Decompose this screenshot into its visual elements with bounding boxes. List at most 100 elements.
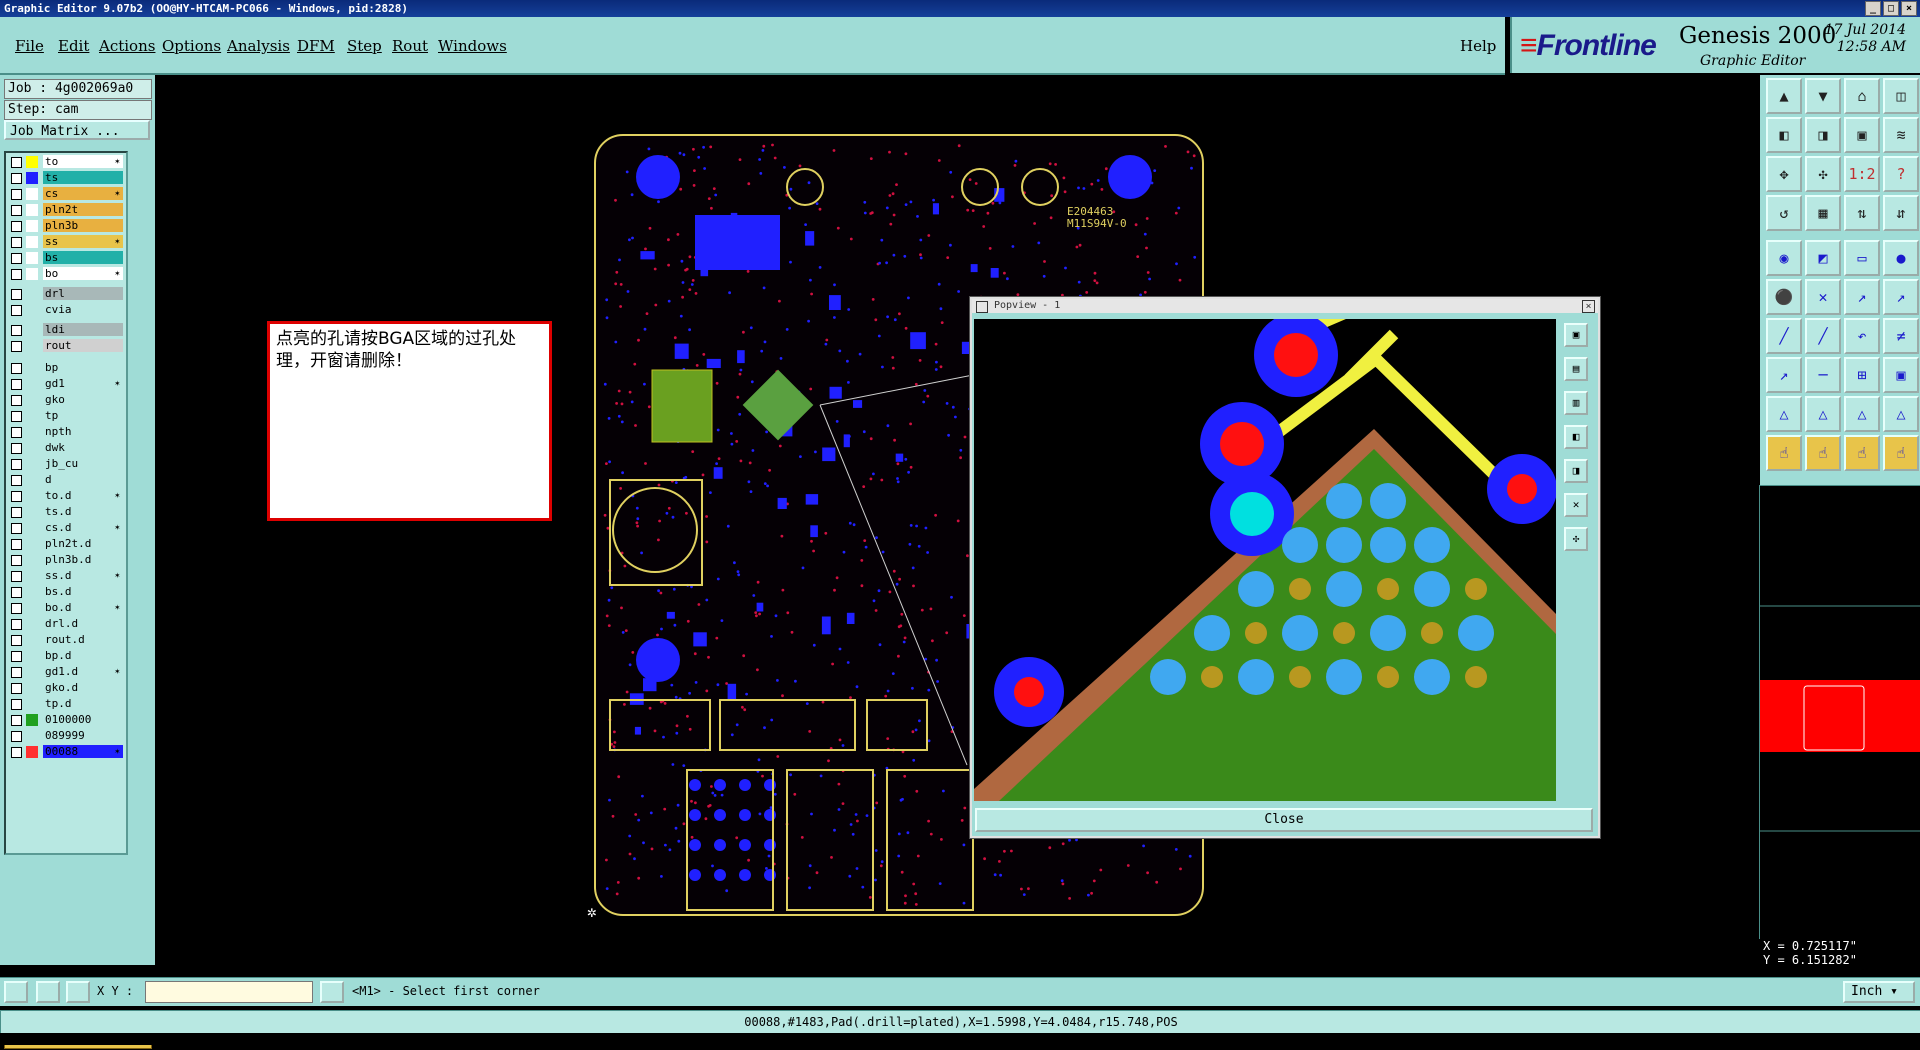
popview-canvas[interactable] bbox=[974, 319, 1556, 801]
layer-checkbox[interactable] bbox=[11, 173, 22, 184]
layer-checkbox[interactable] bbox=[11, 683, 22, 694]
tool-button-16[interactable]: ⇵ bbox=[1883, 195, 1919, 231]
job-matrix-button[interactable]: Job Matrix ... bbox=[4, 120, 150, 140]
tool-button-34[interactable]: △ bbox=[1805, 396, 1841, 432]
layer-checkbox[interactable] bbox=[11, 395, 22, 406]
layer-checkbox[interactable] bbox=[11, 571, 22, 582]
layer-row[interactable]: cvia bbox=[8, 303, 126, 317]
layer-row[interactable]: gko.d bbox=[8, 681, 126, 695]
popview-tool-2[interactable]: ▤ bbox=[1564, 357, 1588, 381]
tool-button-5[interactable]: ◧ bbox=[1766, 117, 1802, 153]
tool-button-40[interactable]: ☝ bbox=[1883, 435, 1919, 471]
layer-row[interactable]: cs.d ✶ bbox=[8, 521, 126, 535]
tool-button-25[interactable]: ╱ bbox=[1766, 318, 1802, 354]
layer-checkbox[interactable] bbox=[11, 507, 22, 518]
tool-button-1[interactable]: ▲ bbox=[1766, 78, 1802, 114]
tool-button-33[interactable]: △ bbox=[1766, 396, 1802, 432]
menu-edit[interactable]: Edit bbox=[58, 37, 89, 55]
window-menu-icon[interactable] bbox=[976, 301, 988, 313]
tool-button-14[interactable]: ▦ bbox=[1805, 195, 1841, 231]
layer-row[interactable]: rout.d bbox=[8, 633, 126, 647]
layer-checkbox[interactable] bbox=[11, 157, 22, 168]
tool-button-13[interactable]: ↺ bbox=[1766, 195, 1802, 231]
close-window-button[interactable]: × bbox=[1901, 1, 1917, 16]
layer-checkbox[interactable] bbox=[11, 555, 22, 566]
tool-button-2[interactable]: ▼ bbox=[1805, 78, 1841, 114]
tool-button-10[interactable]: ✣ bbox=[1805, 156, 1841, 192]
tool-button-29[interactable]: ↗ bbox=[1766, 357, 1802, 393]
layer-row[interactable]: d bbox=[8, 473, 126, 487]
menu-options[interactable]: Options bbox=[162, 37, 221, 55]
tool-button-21[interactable]: ⚫ bbox=[1766, 279, 1802, 315]
layer-checkbox[interactable] bbox=[11, 411, 22, 422]
layer-row[interactable]: drl bbox=[8, 287, 126, 301]
tool-button-17[interactable]: ◉ bbox=[1766, 240, 1802, 276]
tool-button-15[interactable]: ⇅ bbox=[1844, 195, 1880, 231]
layer-checkbox[interactable] bbox=[11, 341, 22, 352]
layer-row[interactable]: cs ✶ bbox=[8, 187, 126, 201]
layer-checkbox[interactable] bbox=[11, 715, 22, 726]
tool-button-26[interactable]: ╱ bbox=[1805, 318, 1841, 354]
layer-checkbox[interactable] bbox=[11, 587, 22, 598]
layer-checkbox[interactable] bbox=[11, 459, 22, 470]
menu-help[interactable]: Help bbox=[1460, 37, 1496, 55]
minimize-button[interactable]: _ bbox=[1865, 1, 1881, 16]
layer-checkbox[interactable] bbox=[11, 443, 22, 454]
layer-checkbox[interactable] bbox=[11, 539, 22, 550]
tool-button-39[interactable]: ☝ bbox=[1844, 435, 1880, 471]
layer-row[interactable]: to ✶ bbox=[8, 155, 126, 169]
layer-row[interactable]: 00088 ✶ bbox=[8, 745, 126, 759]
tool-button-28[interactable]: ≠ bbox=[1883, 318, 1919, 354]
layer-checkbox[interactable] bbox=[11, 289, 22, 300]
menu-dfm[interactable]: DFM bbox=[297, 37, 335, 55]
tool-button-9[interactable]: ✥ bbox=[1766, 156, 1802, 192]
tool-button-18[interactable]: ◩ bbox=[1805, 240, 1841, 276]
layer-row[interactable]: ldi bbox=[8, 323, 126, 337]
layer-checkbox[interactable] bbox=[11, 269, 22, 280]
tool-button-35[interactable]: △ bbox=[1844, 396, 1880, 432]
layer-checkbox[interactable] bbox=[11, 379, 22, 390]
measure-icon[interactable] bbox=[36, 981, 60, 1003]
layer-row[interactable]: bs.d bbox=[8, 585, 126, 599]
tool-button-27[interactable]: ↶ bbox=[1844, 318, 1880, 354]
xy-input[interactable] bbox=[145, 981, 313, 1003]
layer-row[interactable]: to.d ✶ bbox=[8, 489, 126, 503]
tool-button-8[interactable]: ≋ bbox=[1883, 117, 1919, 153]
layer-checkbox[interactable] bbox=[11, 205, 22, 216]
tool-button-12[interactable]: ? bbox=[1883, 156, 1919, 192]
layer-row[interactable]: npth bbox=[8, 425, 126, 439]
popview-tool-1[interactable]: ▣ bbox=[1564, 323, 1588, 347]
layer-row[interactable]: 0100000 bbox=[8, 713, 126, 727]
layer-checkbox[interactable] bbox=[11, 363, 22, 374]
popview-close-button[interactable]: Close bbox=[975, 808, 1593, 832]
layer-row[interactable]: ss ✶ bbox=[8, 235, 126, 249]
tool-button-4[interactable]: ◫ bbox=[1883, 78, 1919, 114]
layer-checkbox[interactable] bbox=[11, 635, 22, 646]
layer-checkbox[interactable] bbox=[11, 427, 22, 438]
layer-checkbox[interactable] bbox=[11, 731, 22, 742]
layer-checkbox[interactable] bbox=[11, 667, 22, 678]
layer-row[interactable]: bp bbox=[8, 361, 126, 375]
tool-button-20[interactable]: ● bbox=[1883, 240, 1919, 276]
tool-button-19[interactable]: ▭ bbox=[1844, 240, 1880, 276]
layer-checkbox[interactable] bbox=[11, 523, 22, 534]
layer-row[interactable]: pln2t bbox=[8, 203, 126, 217]
layer-checkbox[interactable] bbox=[11, 189, 22, 200]
layer-row[interactable]: tp.d bbox=[8, 697, 126, 711]
popview-tool-4[interactable]: ◧ bbox=[1564, 425, 1588, 449]
popview-tool-6[interactable]: ✕ bbox=[1564, 493, 1588, 517]
layer-checkbox[interactable] bbox=[11, 253, 22, 264]
layer-checkbox[interactable] bbox=[11, 651, 22, 662]
popview-tool-3[interactable]: ▥ bbox=[1564, 391, 1588, 415]
tool-button-24[interactable]: ↗ bbox=[1883, 279, 1919, 315]
tool-button-37[interactable]: ☝ bbox=[1766, 435, 1802, 471]
popview-tool-5[interactable]: ◨ bbox=[1564, 459, 1588, 483]
layer-row[interactable]: pln2t.d bbox=[8, 537, 126, 551]
grid-icon[interactable] bbox=[66, 981, 90, 1003]
maximize-button[interactable]: □ bbox=[1883, 1, 1899, 16]
layer-checkbox[interactable] bbox=[11, 475, 22, 486]
layer-row[interactable]: tp bbox=[8, 409, 126, 423]
tool-button-6[interactable]: ◨ bbox=[1805, 117, 1841, 153]
tool-button-38[interactable]: ☝ bbox=[1805, 435, 1841, 471]
layer-checkbox[interactable] bbox=[11, 305, 22, 316]
